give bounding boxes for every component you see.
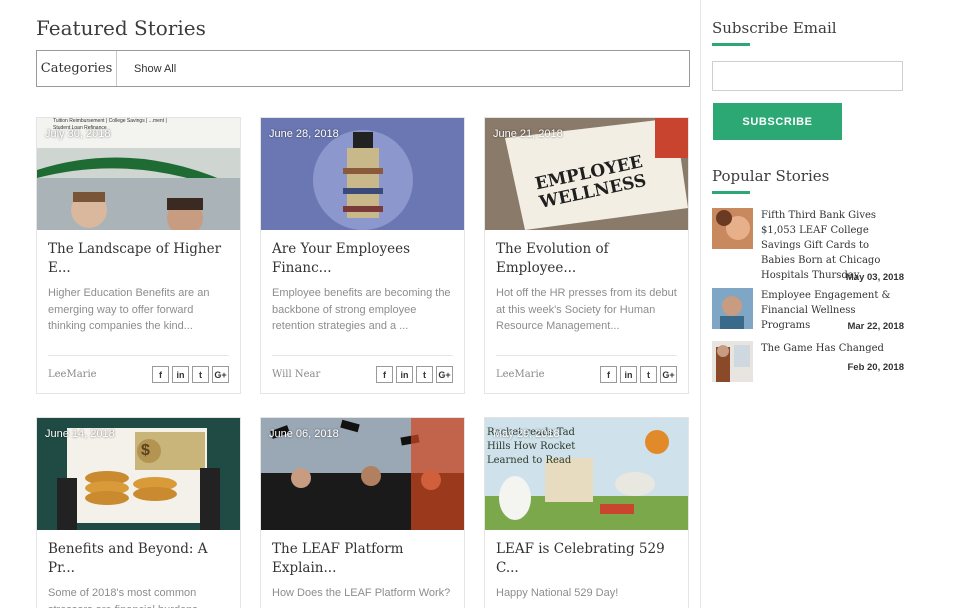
popular-date: Feb 20, 2018: [847, 362, 904, 373]
subscribe-underline: [712, 43, 750, 46]
google-plus-icon[interactable]: G+: [660, 366, 677, 383]
popular-date: May 03, 2018: [845, 272, 904, 283]
story-card[interactable]: EMPLOYEE WELLNESS June 21, 2018 The Evol…: [484, 117, 689, 394]
story-thumbnail[interactable]: EMPLOYEE WELLNESS June 21, 2018: [485, 118, 688, 230]
popular-thumbnail[interactable]: [712, 288, 753, 329]
facebook-icon[interactable]: f: [376, 366, 393, 383]
story-date: June 14, 2018: [45, 428, 115, 440]
story-card[interactable]: June 28, 2018 Are Your Employees Financ.…: [260, 117, 465, 394]
story-excerpt: Employee benefits are becoming the backb…: [272, 287, 451, 332]
google-plus-icon[interactable]: G+: [436, 366, 453, 383]
story-card[interactable]: June 06, 2018 The LEAF Platform Explain.…: [260, 417, 465, 608]
story-author[interactable]: LeeMarie: [496, 369, 545, 380]
page-title: Featured Stories: [36, 16, 206, 40]
linkedin-icon[interactable]: in: [396, 366, 413, 383]
story-card[interactable]: Rocket reads Tad Hills How Rocket Learne…: [484, 417, 689, 608]
popular-date: Mar 22, 2018: [847, 321, 904, 332]
popular-thumbnail[interactable]: [712, 208, 753, 249]
story-excerpt: Some of 2018's most common stressors are…: [48, 587, 198, 608]
story-date: May 29, 2018: [493, 428, 560, 440]
twitter-icon[interactable]: t: [192, 366, 209, 383]
popular-title: Popular Stories: [712, 167, 830, 185]
story-author[interactable]: Will Near: [272, 369, 320, 380]
popular-item[interactable]: Employee Engagement & Financial Wellness…: [712, 288, 904, 336]
share-buttons: f in t G+: [152, 366, 229, 383]
linkedin-icon[interactable]: in: [620, 366, 637, 383]
popular-underline: [712, 191, 750, 194]
story-title[interactable]: The Landscape of Higher E...: [48, 240, 229, 278]
story-thumbnail[interactable]: Tuition Reimbursement | College Savings …: [37, 118, 240, 230]
facebook-icon[interactable]: f: [600, 366, 617, 383]
story-excerpt: Happy National 529 Day!: [496, 587, 619, 599]
google-plus-icon[interactable]: G+: [212, 366, 229, 383]
story-title[interactable]: Are Your Employees Financ...: [272, 240, 453, 278]
story-card[interactable]: Tuition Reimbursement | College Savings …: [36, 117, 241, 394]
sidebar-divider: [700, 0, 701, 608]
story-date: July 30, 2018: [45, 128, 111, 140]
twitter-icon[interactable]: t: [640, 366, 657, 383]
story-thumbnail[interactable]: $ June 14, 2018: [37, 418, 240, 530]
thumbnail-caption: $: [141, 442, 150, 459]
story-thumbnail[interactable]: June 28, 2018: [261, 118, 464, 230]
story-title[interactable]: Benefits and Beyond: A Pr...: [48, 540, 229, 578]
story-title[interactable]: LEAF is Celebrating 529 C...: [496, 540, 677, 578]
email-field[interactable]: [712, 61, 903, 91]
story-title[interactable]: The LEAF Platform Explain...: [272, 540, 453, 578]
story-excerpt: Hot off the HR presses from its debut at…: [496, 287, 677, 332]
story-date: June 21, 2018: [493, 128, 563, 140]
story-thumbnail[interactable]: Rocket reads Tad Hills How Rocket Learne…: [485, 418, 688, 530]
share-buttons: f in t G+: [376, 366, 453, 383]
subscribe-title: Subscribe Email: [712, 19, 837, 37]
story-date: June 06, 2018: [269, 428, 339, 440]
facebook-icon[interactable]: f: [152, 366, 169, 383]
story-author[interactable]: LeeMarie: [48, 369, 97, 380]
story-date: June 28, 2018: [269, 128, 339, 140]
subscribe-button[interactable]: SUBSCRIBE: [713, 103, 842, 140]
popular-item[interactable]: The Game Has Changed Feb 20, 2018: [712, 341, 904, 383]
linkedin-icon[interactable]: in: [172, 366, 189, 383]
story-title[interactable]: The Evolution of Employee...: [496, 240, 677, 278]
story-excerpt: Higher Education Benefits are an emergin…: [48, 287, 210, 332]
story-thumbnail[interactable]: June 06, 2018: [261, 418, 464, 530]
category-filter[interactable]: Categories Show All: [36, 50, 690, 87]
popular-thumbnail[interactable]: [712, 341, 753, 382]
story-excerpt: How Does the LEAF Platform Work?: [272, 587, 451, 599]
popular-title-link[interactable]: The Game Has Changed: [761, 341, 904, 356]
filter-dropdown[interactable]: Show All: [117, 63, 176, 75]
popular-item[interactable]: Fifth Third Bank Gives $1,053 LEAF Colle…: [712, 208, 904, 288]
filter-label: Categories: [37, 51, 117, 86]
story-card[interactable]: $ June 14, 2018 Benefits and Beyond: A P…: [36, 417, 241, 608]
twitter-icon[interactable]: t: [416, 366, 433, 383]
share-buttons: f in t G+: [600, 366, 677, 383]
